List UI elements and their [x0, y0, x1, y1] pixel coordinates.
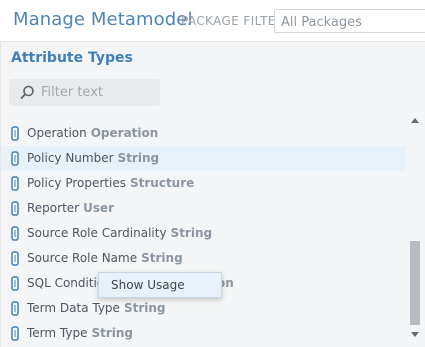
attribute-type-label: Structure — [129, 176, 195, 190]
scroll-down-arrow[interactable] — [411, 332, 419, 337]
attribute-name-text: Term Type — [27, 326, 88, 340]
attribute-name: Operation Operation — [27, 126, 158, 141]
filter-text-input[interactable] — [41, 84, 151, 101]
attribute-type-label: String — [170, 226, 213, 240]
attribute-name: Policy Properties Structure — [27, 176, 194, 191]
attribute-name: Source Role Name String — [27, 251, 183, 266]
attribute-list-container: OperationOperation Policy NumberString — [1, 116, 425, 347]
attribute-name: Policy Number String — [27, 151, 159, 166]
panel-title: Attribute Types — [11, 50, 133, 66]
attribute-name-text: Source Role Cardinality — [27, 226, 167, 240]
page-title: Manage Metamodel — [13, 9, 193, 30]
list-item[interactable]: Policy Properties Structure — [1, 171, 406, 196]
list-item[interactable]: Operation Operation — [1, 121, 406, 146]
attribute-name: Source Role Cardinality String — [27, 226, 212, 241]
attribute-type-icon — [11, 201, 19, 216]
attribute-type-icon — [11, 276, 19, 291]
attribute-type-icon — [11, 226, 19, 241]
attribute-type-icon — [11, 126, 19, 141]
search-icon — [20, 85, 34, 99]
list-scrollbar[interactable] — [406, 116, 424, 347]
list-item[interactable]: Policy Number String — [1, 146, 406, 171]
attribute-name: Term Data Type String — [27, 301, 165, 316]
attribute-types-panel: Attribute Types OperationOperation — [0, 42, 425, 347]
list-item[interactable]: Term Type String — [1, 321, 406, 346]
scroll-thumb[interactable] — [410, 241, 420, 325]
list-item[interactable]: Reporter User — [1, 196, 406, 221]
attribute-name: Term Type String — [27, 326, 133, 341]
attribute-type-icon — [11, 326, 19, 341]
attribute-type-icon — [11, 176, 19, 191]
scroll-up-arrow[interactable] — [411, 118, 419, 123]
attribute-type-label: String — [141, 251, 183, 265]
attribute-name-text: Source Role Name — [27, 251, 138, 265]
header-bar: Manage Metamodel PACKAGE FILTER All Pack… — [0, 0, 425, 42]
context-menu: Show Usage — [98, 272, 222, 298]
attribute-type-label: String — [117, 151, 160, 165]
package-filter-select[interactable]: All Packages — [274, 9, 425, 33]
show-usage-menu-item[interactable]: Show Usage — [111, 278, 185, 292]
attribute-name-text: Reporter — [27, 201, 80, 215]
attribute-type-icon — [11, 151, 19, 166]
attribute-type-label: User — [83, 201, 115, 215]
package-filter-label: PACKAGE FILTER — [181, 14, 285, 28]
attribute-type-label: String — [123, 301, 166, 315]
attribute-type-label: String — [91, 326, 134, 340]
attribute-name-text: Policy Number — [27, 151, 114, 165]
attribute-type-icon — [11, 251, 19, 266]
package-filter-placeholder: All Packages — [281, 15, 362, 30]
attribute-type-label: Operation — [90, 126, 159, 140]
search-box[interactable] — [9, 79, 160, 106]
attribute-name-text: Operation — [27, 126, 87, 140]
manage-metamodel-window: Manage Metamodel PACKAGE FILTER All Pack… — [0, 0, 425, 347]
attribute-name-text: Policy Properties — [27, 176, 126, 190]
list-item[interactable]: Term Data Type String — [1, 296, 406, 321]
attribute-name: Reporter User — [27, 201, 114, 216]
list-item[interactable]: Source Role Cardinality String — [1, 221, 406, 246]
list-item[interactable]: Source Role Name String — [1, 246, 406, 271]
attribute-name-text: Term Data Type — [27, 301, 120, 315]
attribute-list[interactable]: OperationOperation Policy NumberString — [1, 116, 406, 347]
attribute-type-icon — [11, 301, 19, 316]
